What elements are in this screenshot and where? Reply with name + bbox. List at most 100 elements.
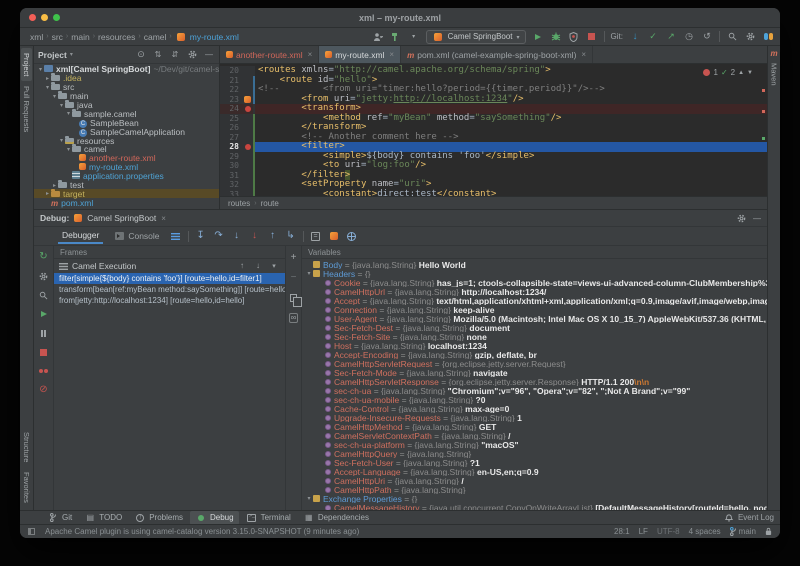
gear-icon[interactable] [38, 270, 50, 282]
lock-icon[interactable] [765, 527, 772, 536]
camel-icon[interactable] [328, 230, 340, 242]
tool-strip-favorites[interactable]: Favorites [21, 467, 32, 508]
variable-Accept-Language[interactable]: Accept-Language = {java.lang.String} en-… [302, 467, 767, 476]
tree-chevron-icon[interactable]: ▾ [37, 66, 44, 73]
copy-icon[interactable] [288, 292, 300, 304]
down-icon[interactable]: ↓ [252, 260, 264, 272]
run-config-selector[interactable]: Camel SpringBoot▾ [426, 30, 526, 44]
up-icon[interactable]: ↑ [236, 260, 248, 272]
stepinto-icon[interactable]: ↓ [231, 230, 243, 242]
stop-icon[interactable] [38, 346, 50, 358]
update-icon[interactable]: ↓ [629, 31, 641, 43]
tool-window-button-terminal[interactable]: Terminal [241, 511, 296, 525]
variable-CamelHttpServletRequest[interactable]: CamelHttpServletRequest = {org.eclipse.j… [302, 359, 767, 368]
run-button[interactable] [532, 31, 544, 43]
stop-button[interactable] [586, 31, 598, 43]
variable-CamelHttpMethod[interactable]: CamelHttpMethod = {java.lang.String} GET [302, 422, 767, 431]
showexec-icon[interactable]: ↧ [195, 230, 207, 242]
coverage-button[interactable] [568, 31, 580, 43]
code-editor[interactable]: 20<routes xmlns="http://camel.apache.org… [220, 64, 767, 196]
editor-tab-my-route.xml[interactable]: my-route.xml× [319, 46, 401, 63]
variable-Sec-Fetch-Mode[interactable]: Sec-Fetch-Mode = {java.lang.String} navi… [302, 368, 767, 377]
expandall-icon[interactable]: ⇅ [152, 49, 164, 61]
debug-tab-console[interactable]: Console [109, 228, 163, 244]
breadcrumb-segment[interactable]: main [71, 32, 89, 42]
tree-item-SampleCamelApplication[interactable]: CSampleCamelApplication [34, 127, 219, 136]
variable-CamelMessageHistory[interactable]: CamelMessageHistory = {java.util.concurr… [302, 503, 767, 510]
breadcrumb-file[interactable]: my-route.xml [190, 32, 239, 42]
resume-icon[interactable] [38, 308, 50, 320]
line-separator[interactable]: LF [639, 527, 648, 536]
variable-Cookie[interactable]: Cookie = {java.lang.String} has_js=1; ct… [302, 278, 767, 287]
tool-strip-project[interactable]: Project [21, 48, 32, 81]
tree-item-.idea[interactable]: ▸.idea [34, 74, 219, 83]
event-log-button[interactable]: Event Log [723, 512, 774, 524]
tree-item-resources[interactable]: ▾resources [34, 136, 219, 145]
tool-window-toggle-icon[interactable] [28, 528, 35, 535]
next-error-icon[interactable]: ▼ [747, 70, 753, 76]
tree-chevron-icon[interactable]: ▾ [58, 137, 65, 144]
variable-Upgrade-Insecure-Requests[interactable]: Upgrade-Insecure-Requests = {java.lang.S… [302, 413, 767, 422]
tool-window-button-debug[interactable]: Debug [190, 511, 239, 525]
editor-tab-pom.xml[interactable]: mpom.xml (camel-example-spring-boot-xml)… [401, 46, 593, 63]
pause-icon[interactable] [38, 327, 50, 339]
search-icon[interactable] [726, 31, 738, 43]
stack-frame[interactable]: from[jetty:http://localhost:1234] [route… [54, 295, 285, 306]
viewbp-icon[interactable] [38, 365, 50, 377]
plus-icon[interactable]: + [288, 252, 300, 264]
chev-icon[interactable]: ▾ [268, 260, 280, 272]
rollback-icon[interactable]: ↺ [701, 31, 713, 43]
variable-sec-ch-ua[interactable]: sec-ch-ua = {java.lang.String} "Chromium… [302, 386, 767, 395]
tree-chevron-icon[interactable]: ▸ [44, 190, 51, 197]
variable-Sec-Fetch-User[interactable]: Sec-Fetch-User = {java.lang.String} ?1 [302, 458, 767, 467]
debug-button[interactable] [550, 31, 562, 43]
collapseall-icon[interactable]: ⇵ [169, 49, 181, 61]
tree-chevron-icon[interactable]: ▾ [65, 146, 72, 153]
commit-icon[interactable]: ✓ [647, 31, 659, 43]
mutebp-icon[interactable]: ⊘ [38, 384, 50, 396]
tree-chevron-icon[interactable]: ▾ [305, 270, 313, 277]
variable-Sec-Fetch-Dest[interactable]: Sec-Fetch-Dest = {java.lang.String} docu… [302, 323, 767, 332]
history-icon[interactable]: ◷ [683, 31, 695, 43]
search-icon[interactable] [38, 289, 50, 301]
tool-window-button-git[interactable]: Git [42, 511, 77, 525]
locate-icon[interactable]: ⊙ [135, 49, 147, 61]
breadcrumb-segment[interactable]: xml [30, 32, 43, 42]
tool-window-button-todo[interactable]: ▤TODO [79, 511, 127, 525]
breadcrumb-segment[interactable]: src [52, 32, 63, 42]
rerun-icon[interactable]: ↻ [38, 251, 50, 263]
tool-window-button-problems[interactable]: !Problems [129, 511, 188, 525]
globe-icon[interactable] [346, 230, 358, 242]
hide-icon[interactable]: — [203, 49, 215, 61]
variable-Accept-Encoding[interactable]: Accept-Encoding = {java.lang.String} gzi… [302, 350, 767, 359]
tree-chevron-icon[interactable]: ▾ [51, 93, 58, 100]
editor-breadcrumb-route[interactable]: route [261, 199, 279, 208]
gear-icon[interactable] [744, 31, 756, 43]
caret-position[interactable]: 28:1 [614, 527, 630, 536]
tree-chevron-icon[interactable]: ▾ [65, 110, 72, 117]
chevron-down-icon[interactable]: ▾ [70, 51, 73, 58]
variable-CamelHttpUri[interactable]: CamelHttpUri = {java.lang.String} / [302, 476, 767, 485]
forcestep-icon[interactable]: ↓ [249, 230, 261, 242]
inspections-widget[interactable]: 1 ✓ 2 ▲ ▼ [703, 68, 753, 77]
editor-tab-another-route.xml[interactable]: another-route.xml× [220, 46, 319, 63]
variable-CamelHttpPath[interactable]: CamelHttpPath = {java.lang.String} [302, 485, 767, 494]
close-tab-icon[interactable]: × [389, 50, 394, 59]
user-dropdown-icon[interactable]: ▾ [408, 31, 420, 43]
thread-selector[interactable]: Camel Execution ↑↓▾ [54, 259, 285, 273]
tool-strip-structure[interactable]: Structure [21, 427, 32, 467]
variable-sec-ch-ua-mobile[interactable]: sec-ch-ua-mobile = {java.lang.String} ?0 [302, 395, 767, 404]
breadcrumb-segment[interactable]: camel [144, 32, 167, 42]
stepover-icon[interactable]: ↷ [213, 230, 225, 242]
variable-CamelHttpServletResponse[interactable]: CamelHttpServletResponse = {org.eclipse.… [302, 377, 767, 386]
infinity-icon[interactable]: ∞ [288, 312, 300, 324]
variable-Headers[interactable]: ▾Headers = {} [302, 269, 767, 278]
hamburger-icon[interactable] [170, 230, 182, 242]
evaluate-icon[interactable]: = [310, 230, 322, 242]
variable-CamelServletContextPath[interactable]: CamelServletContextPath = {java.lang.Str… [302, 431, 767, 440]
variable-Accept[interactable]: Accept = {java.lang.String} text/html,ap… [302, 296, 767, 305]
tool-strip-maven[interactable]: Maven [769, 58, 780, 91]
tool-strip-pull-requests[interactable]: Pull Requests [21, 81, 32, 137]
breadcrumb-segment[interactable]: resources [98, 32, 135, 42]
tree-chevron-icon[interactable]: ▸ [44, 75, 51, 82]
